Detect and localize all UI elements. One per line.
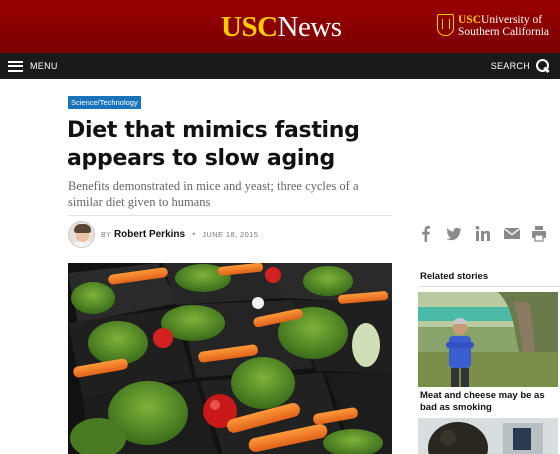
article-hero-image (68, 263, 392, 454)
author-name[interactable]: Robert Perkins (114, 229, 185, 240)
related-story-image-2[interactable] (418, 418, 558, 454)
related-story-title[interactable]: Meat and cheese may be as bad as smoking (420, 390, 560, 414)
facebook-icon[interactable] (418, 225, 434, 242)
category-tag[interactable]: Science/Technology (68, 96, 141, 109)
usc-news-logo[interactable]: USCNews (221, 9, 342, 45)
search-icon (536, 59, 550, 73)
byline: BY Robert Perkins • JUNE 18, 2015 (101, 229, 258, 243)
menu-label: MENU (30, 61, 58, 71)
byline-separator: • (192, 229, 196, 239)
divider (68, 215, 392, 216)
search-label: SEARCH (490, 61, 530, 71)
article-subtitle: Benefits demonstrated in mice and yeast;… (68, 179, 359, 209)
related-stories-heading: Related stories (420, 271, 489, 282)
site-header: USCNews USCUniversity of Southern Califo… (0, 0, 560, 53)
publish-date: JUNE 18, 2015 (202, 230, 259, 239)
linkedin-icon[interactable] (475, 225, 491, 242)
search-button[interactable]: SEARCH (491, 58, 550, 74)
share-bar (418, 225, 548, 243)
hamburger-icon (8, 60, 23, 72)
email-icon[interactable] (503, 225, 521, 242)
nav-bar: MENU SEARCH (0, 53, 560, 79)
related-story-image[interactable] (418, 292, 558, 387)
print-icon[interactable] (531, 225, 547, 242)
usc-university-logo[interactable]: USCUniversity of Southern California (437, 13, 557, 39)
byline-prefix: BY (101, 232, 111, 239)
author-avatar[interactable] (68, 221, 95, 248)
university-name-line2: Southern California (458, 26, 550, 38)
usc-seal-icon (437, 14, 454, 36)
related-divider (419, 286, 560, 287)
menu-button[interactable]: MENU (8, 58, 58, 74)
logo-news-text: News (277, 11, 343, 43)
university-name-line1: USCUniversity of (458, 14, 543, 26)
logo-usc-text: USC (221, 11, 278, 43)
article-title: Diet that mimics fasting appears to slow… (67, 118, 360, 171)
twitter-icon[interactable] (446, 225, 462, 242)
